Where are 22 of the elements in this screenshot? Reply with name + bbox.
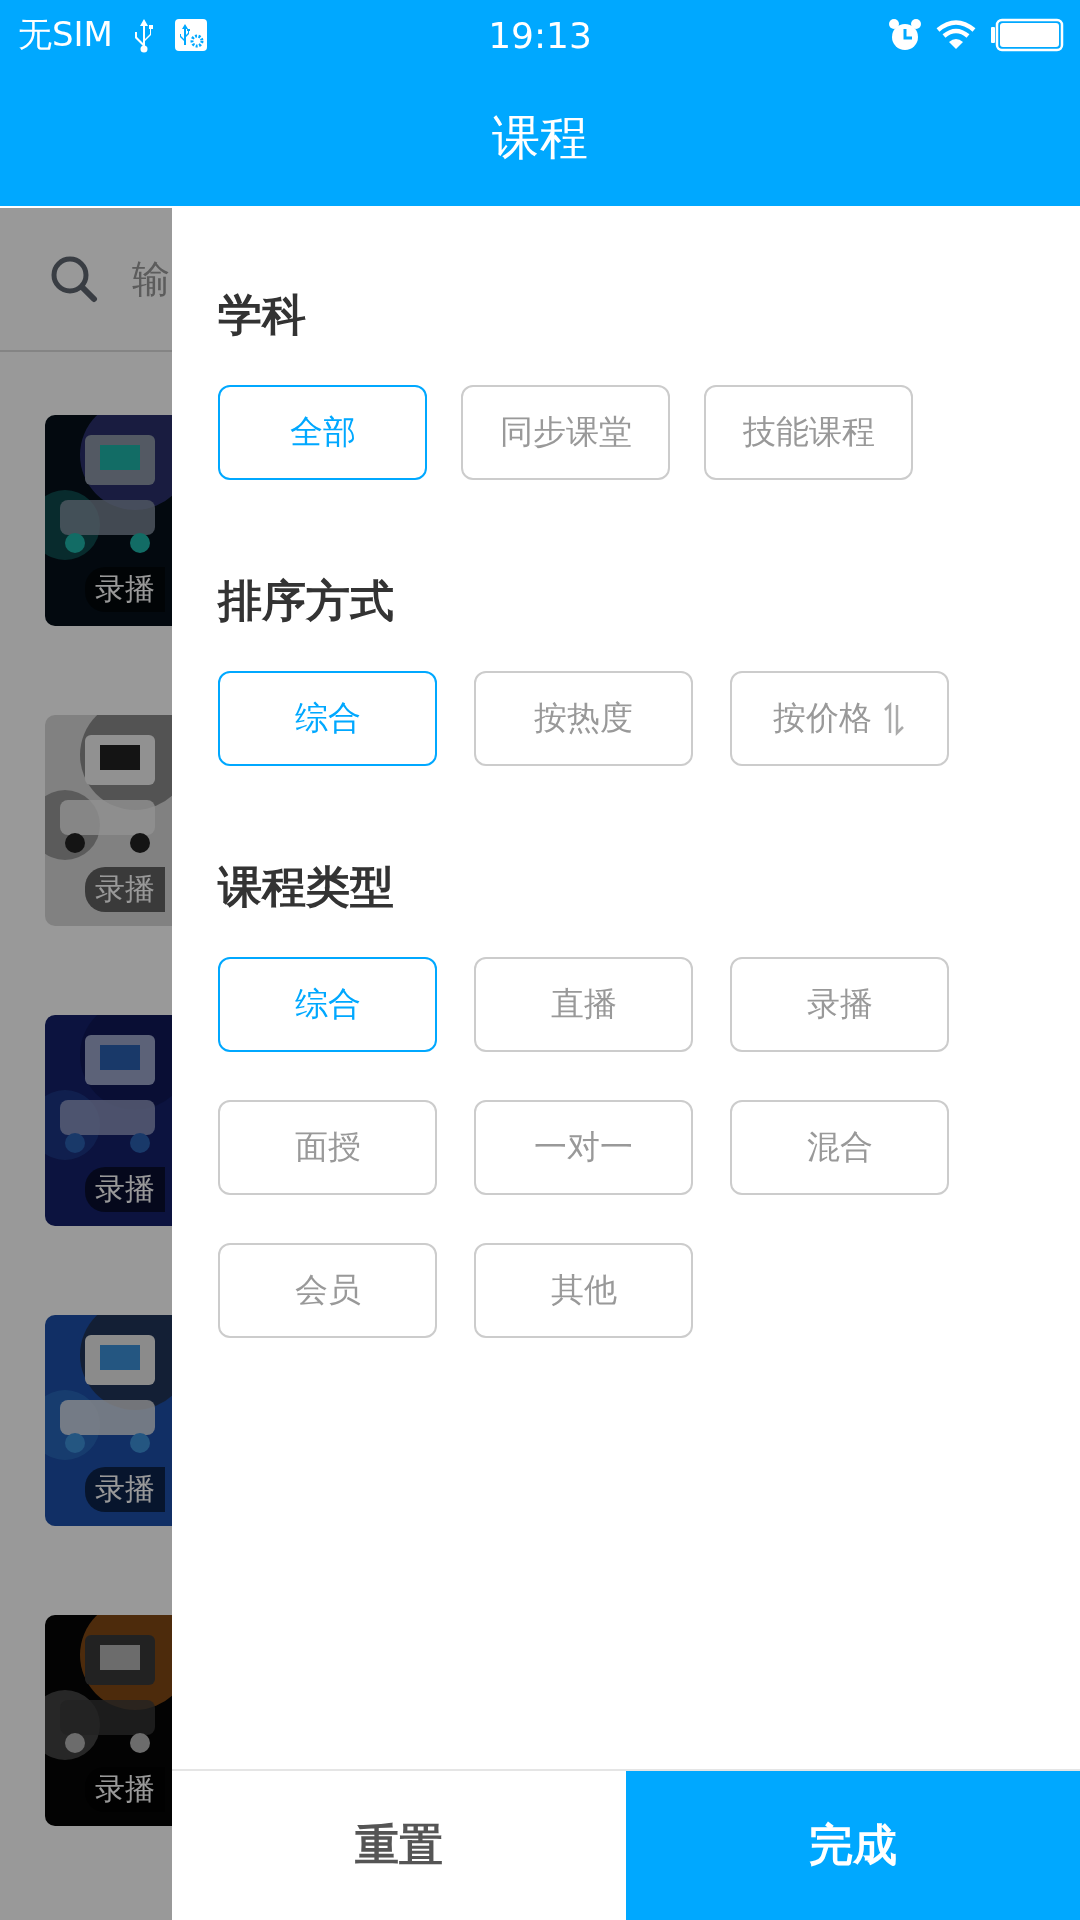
carrier-label: 无SIM [18, 13, 113, 56]
filter-option[interactable]: 综合 [218, 957, 437, 1052]
filter-option[interactable]: 综合 [218, 671, 437, 766]
filter-option[interactable]: 面授 [218, 1100, 437, 1195]
search-placeholder[interactable]: 输 [132, 253, 170, 305]
section-title: 课程类型 [218, 860, 395, 914]
filter-option[interactable]: 录播 [730, 957, 949, 1052]
filter-option[interactable]: 按热度 [474, 671, 693, 766]
filter-option[interactable]: 会员 [218, 1243, 437, 1338]
filter-option[interactable]: 直播 [474, 957, 693, 1052]
filter-option[interactable]: 一对一 [474, 1100, 693, 1195]
section-title: 学科 [218, 288, 307, 342]
filter-option[interactable]: 混合 [730, 1100, 949, 1195]
filter-option[interactable]: 技能课程 [704, 385, 913, 480]
filter-option[interactable]: 全部 [218, 385, 427, 480]
clock-time: 19:13 [488, 14, 592, 56]
filter-option[interactable]: 同步课堂 [461, 385, 670, 480]
filter-option[interactable]: 按价格 [730, 671, 949, 766]
filter-option[interactable]: 其他 [474, 1243, 693, 1338]
done-button[interactable]: 完成 [626, 1771, 1080, 1920]
page-title: 课程 [492, 108, 588, 167]
section-title: 排序方式 [218, 574, 395, 628]
